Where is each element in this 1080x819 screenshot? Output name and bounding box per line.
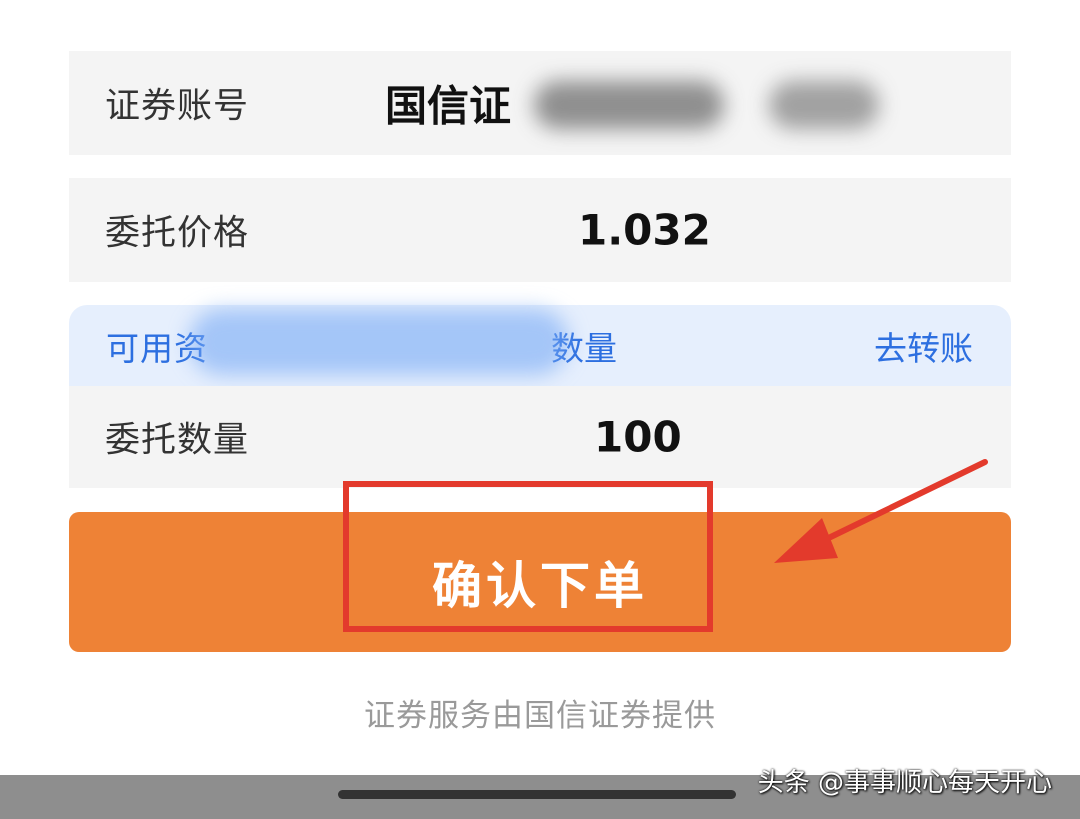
redaction-blur	[534, 81, 724, 129]
quantity-label: 委托数量	[105, 420, 250, 461]
account-value: 国信证	[385, 81, 512, 131]
price-row: 委托价格 1.032	[69, 178, 1011, 282]
watermark: 头条 @事事顺心每天开心	[757, 768, 1052, 798]
confirm-order-button[interactable]: 确认下单	[69, 512, 1011, 652]
confirm-order-label: 确认下单	[432, 558, 648, 614]
redaction-blur	[769, 81, 879, 129]
account-label: 证券账号	[105, 86, 250, 127]
price-value[interactable]: 1.032	[578, 206, 711, 255]
transfer-link[interactable]: 去转账	[874, 322, 973, 370]
quantity-row: 委托数量 100	[69, 386, 1011, 488]
service-provider-note: 证券服务由国信证券提供	[364, 698, 716, 734]
quantity-value[interactable]: 100	[594, 413, 682, 462]
account-row: 证券账号 国信证	[69, 51, 1011, 155]
redaction-blur	[189, 309, 569, 375]
price-label: 委托价格	[105, 213, 250, 254]
home-indicator[interactable]	[338, 790, 736, 799]
available-quantity-bar: 可用资 数量 去转账	[69, 305, 1011, 386]
